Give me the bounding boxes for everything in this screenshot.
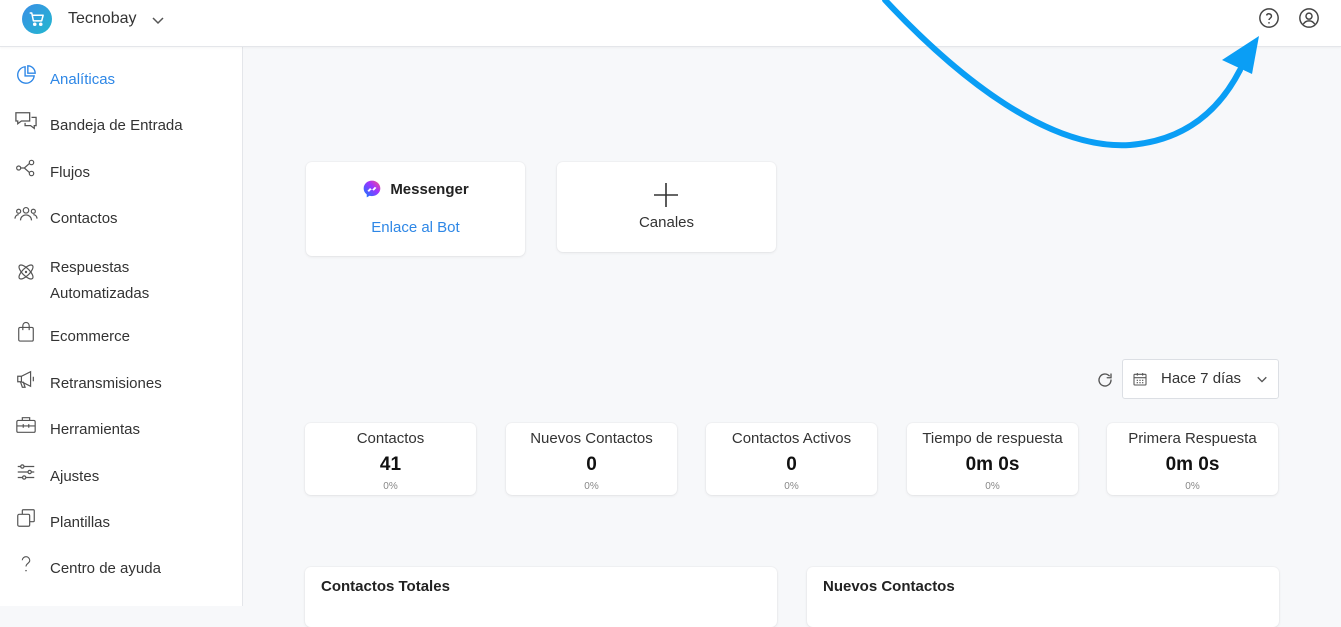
sidebar-item-retransmisiones[interactable]: Retransmisiones — [0, 367, 242, 407]
chevron-down-icon[interactable] — [151, 13, 165, 27]
copy-icon — [14, 506, 38, 530]
users-icon — [14, 202, 38, 226]
question-circle-icon — [1259, 8, 1279, 28]
stat-label: Contactos Activos — [731, 430, 852, 447]
sidebar-item-flujos[interactable]: Flujos — [0, 156, 242, 196]
messenger-icon — [363, 180, 381, 198]
messenger-channel-card: Messenger Enlace al Bot — [306, 162, 525, 256]
atom-icon — [14, 260, 38, 284]
toolbox-icon — [14, 413, 38, 437]
stat-value: 41 — [379, 454, 402, 475]
plus-icon — [654, 183, 678, 207]
sidebar-item-analiticas[interactable]: Analíticas — [0, 63, 242, 103]
shopping-cart-icon — [29, 12, 44, 27]
sidebar-item-herramientas[interactable]: Herramientas — [0, 413, 242, 453]
sidebar-item-label: Herramientas — [50, 421, 141, 438]
add-channel-card[interactable]: Canales — [557, 162, 776, 252]
add-channel-label: Canales — [638, 214, 695, 231]
sidebar-item-plantillas[interactable]: Plantillas — [0, 506, 242, 546]
sidebar-item-bandeja[interactable]: Bandeja de Entrada — [0, 109, 242, 149]
stat-card-tiempo-respuesta: Tiempo de respuesta 0m 0s 0% — [907, 423, 1078, 495]
stat-value: 0m 0s — [965, 454, 1020, 475]
pie-chart-icon — [14, 63, 38, 87]
stat-change: 0% — [383, 481, 398, 492]
flow-nodes-icon — [14, 156, 38, 180]
sidebar-item-label: Ajustes — [50, 468, 100, 485]
stat-value: 0 — [586, 454, 597, 475]
shopping-bag-icon — [14, 320, 38, 344]
channel-name: Messenger — [390, 180, 469, 198]
top-bar: Tecnobay — [0, 0, 1341, 47]
sidebar-item-ecommerce[interactable]: Ecommerce — [0, 320, 242, 360]
chevron-down-icon — [1257, 376, 1267, 383]
stat-change: 0% — [584, 481, 599, 492]
sidebar-item-label: Ecommerce — [50, 328, 131, 345]
stat-card-primera-respuesta: Primera Respuesta 0m 0s 0% — [1107, 423, 1278, 495]
channel-header: Messenger — [306, 179, 525, 199]
sidebar-item-ajustes[interactable]: Ajustes — [0, 460, 242, 500]
sidebar-item-label: Retransmisiones — [50, 375, 162, 392]
date-range-value: Hace 7 días — [1161, 370, 1242, 387]
profile-button[interactable] — [1297, 6, 1321, 30]
sidebar: Analíticas Bandeja de Entrada Flujos Con… — [0, 47, 243, 606]
sidebar-item-label: Respuestas Automatizadas — [50, 259, 150, 302]
sidebar-item-respuestas[interactable]: Respuestas Automatizadas — [0, 258, 242, 310]
panel-nuevos-contactos: Nuevos Contactos — [807, 567, 1279, 627]
sidebar-item-label: Bandeja de Entrada — [50, 117, 183, 134]
megaphone-icon — [14, 367, 38, 391]
question-icon — [14, 552, 38, 576]
user-circle-icon — [1299, 8, 1319, 28]
stat-card-contactos-activos: Contactos Activos 0 0% — [706, 423, 877, 495]
stat-change: 0% — [985, 481, 1000, 492]
stat-change: 0% — [1185, 481, 1200, 492]
sidebar-item-label: Centro de ayuda — [50, 560, 161, 577]
refresh-icon[interactable] — [1096, 371, 1114, 389]
stat-label: Tiempo de respuesta — [922, 430, 1063, 447]
help-button[interactable] — [1257, 6, 1281, 30]
stat-label: Contactos — [356, 430, 425, 447]
chat-bubbles-icon — [14, 109, 38, 133]
stat-label: Primera Respuesta — [1128, 430, 1257, 447]
stat-card-nuevos-contactos: Nuevos Contactos 0 0% — [506, 423, 677, 495]
workspace-name[interactable]: Tecnobay — [68, 10, 137, 28]
workspace-logo[interactable] — [22, 4, 52, 34]
calendar-icon — [1133, 373, 1147, 386]
sliders-icon — [14, 460, 38, 484]
stat-change: 0% — [784, 481, 799, 492]
panel-title: Contactos Totales — [321, 578, 450, 595]
date-range-select[interactable]: Hace 7 días — [1122, 359, 1279, 399]
panel-contactos-totales: Contactos Totales — [305, 567, 777, 627]
stat-value: 0m 0s — [1165, 454, 1220, 475]
bot-link[interactable]: Enlace al Bot — [306, 219, 525, 236]
sidebar-item-label: Plantillas — [50, 514, 111, 531]
stat-value: 0 — [786, 454, 797, 475]
panel-title: Nuevos Contactos — [823, 578, 955, 595]
sidebar-item-centro-ayuda[interactable]: Centro de ayuda — [0, 552, 242, 592]
stat-card-contactos: Contactos 41 0% — [305, 423, 476, 495]
stat-label: Nuevos Contactos — [530, 430, 653, 447]
sidebar-item-label: Flujos — [50, 164, 91, 181]
sidebar-item-label: Analíticas — [50, 71, 116, 88]
sidebar-item-label: Contactos — [50, 210, 118, 227]
sidebar-item-contactos[interactable]: Contactos — [0, 202, 242, 242]
